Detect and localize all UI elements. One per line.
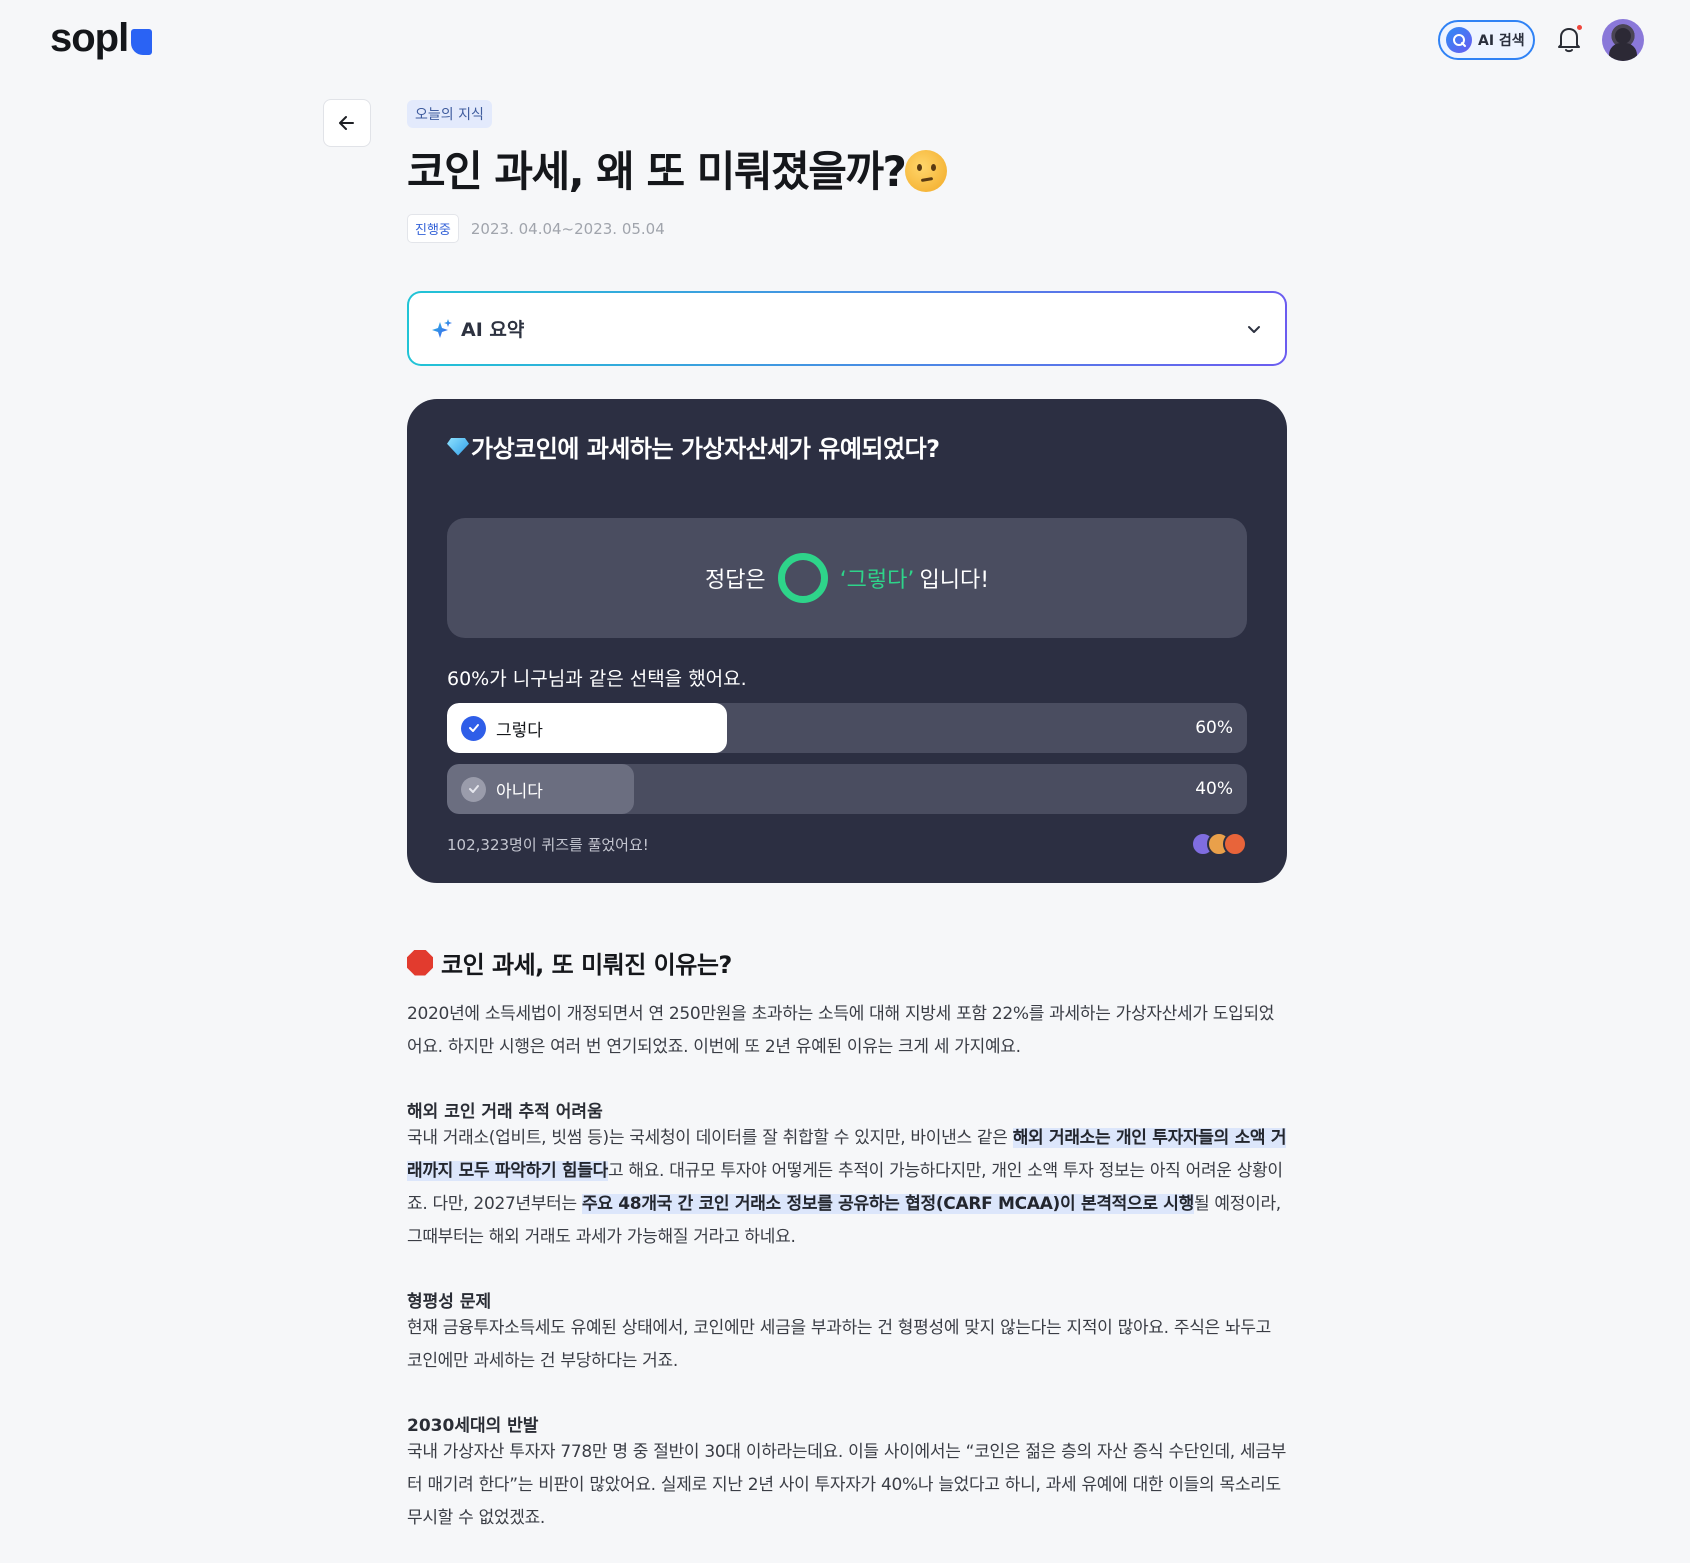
participant-avatars <box>1191 832 1247 856</box>
reason2-heading: 형평성 문제 <box>407 1292 492 1312</box>
sparkle-icon <box>432 318 452 338</box>
avatar <box>1223 832 1247 856</box>
reason2-paragraph: 현재 금융투자소득세도 유예된 상태에서, 코인에만 세금을 부과하는 건 형평… <box>407 1318 1272 1371</box>
page-title: 코인 과세, 왜 또 미뤄졌을까? <box>407 142 1287 202</box>
status-badge: 진행중 <box>407 214 459 243</box>
ai-summary-accordion[interactable]: AI 요약 <box>407 291 1287 366</box>
gem-icon <box>447 437 469 456</box>
ai-search-icon <box>1446 27 1472 53</box>
answer-prefix: 정답은 <box>704 568 766 593</box>
reason3-paragraph: 국내 가상자산 투자자 778만 명 중 절반이 30대 이하라는데요. 이들 … <box>407 1442 1287 1528</box>
intro-paragraph: 2020년에 소득세법이 개정되면서 연 250만원을 초과하는 소득에 대해 … <box>407 1004 1275 1057</box>
correct-circle-icon <box>777 553 828 603</box>
quiz-option-no[interactable]: 아니다 40% <box>447 764 1247 814</box>
quiz-card: 가상코인에 과세하는 가상자산세가 유예되었다? 정답은 ‘그렇다’ 입니다! … <box>407 399 1287 883</box>
logo-text: sopl <box>50 15 129 60</box>
avatar[interactable] <box>1602 19 1644 61</box>
ai-search-button[interactable]: AI 검색 <box>1438 20 1535 60</box>
ai-summary-label: AI 요약 <box>461 319 525 341</box>
section-title-text: 코인 과세, 또 미뤄진 이유는? <box>441 951 732 979</box>
highlight-text: 주요 48개국 간 코인 거래소 정보를 공유하는 협정(CARF MCAA)이… <box>581 1194 1194 1214</box>
notification-dot <box>1577 25 1582 30</box>
option-label-yes: 그렇다 <box>496 720 543 741</box>
check-icon <box>461 776 486 802</box>
reason1-text: 국내 거래소(업비트, 빗썸 등)는 국세청이 데이터를 잘 취합할 수 있지만… <box>407 1128 1013 1148</box>
category-tag: 오늘의 지식 <box>407 100 492 128</box>
answer-box: 정답은 ‘그렇다’ 입니다! <box>447 518 1247 638</box>
quiz-option-yes[interactable]: 그렇다 60% <box>447 703 1247 753</box>
check-icon <box>461 715 486 741</box>
participants-count: 102,323명이 퀴즈를 풀었어요! <box>447 835 649 854</box>
option-percent-yes: 60% <box>1195 718 1233 738</box>
reason3-heading: 2030세대의 반발 <box>407 1416 539 1436</box>
answer-value: ‘그렇다’ <box>839 568 915 593</box>
ai-search-label: AI 검색 <box>1478 33 1525 49</box>
quiz-footer: 102,323명이 퀴즈를 풀었어요! <box>447 832 1247 856</box>
quiz-question-text: 가상코인에 과세하는 가상자산세가 유예되었다? <box>471 435 940 463</box>
logo-mark-icon <box>131 29 153 55</box>
answer-suffix: 입니다! <box>919 568 990 593</box>
option-label-no: 아니다 <box>496 781 543 802</box>
thinking-face-icon <box>905 150 948 192</box>
reason1-heading: 해외 코인 거래 추적 어려움 <box>407 1102 603 1122</box>
article-meta: 진행중 2023. 04.04~2023. 05.04 <box>407 214 1287 243</box>
quiz-question: 가상코인에 과세하는 가상자산세가 유예되었다? <box>447 429 1247 464</box>
section-title: 코인 과세, 또 미뤄진 이유는? <box>407 945 1287 980</box>
article-content: 오늘의 지식 코인 과세, 왜 또 미뤄졌을까? 진행중 2023. 04.04… <box>407 100 1287 1535</box>
back-button[interactable] <box>323 99 371 147</box>
logo[interactable]: sopl <box>50 15 153 60</box>
page-title-text: 코인 과세, 왜 또 미뤄졌을까? <box>407 147 907 196</box>
arrow-left-icon <box>339 116 354 130</box>
chevron-down-icon <box>1248 325 1260 333</box>
stop-sign-icon <box>407 949 433 976</box>
same-choice-text: 60%가 니구님과 같은 선택을 했어요. <box>447 668 747 690</box>
reason1-paragraph: 국내 거래소(업비트, 빗썸 등)는 국세청이 데이터를 잘 취합할 수 있지만… <box>407 1122 1287 1254</box>
option-percent-no: 40% <box>1195 779 1233 799</box>
period-text: 2023. 04.04~2023. 05.04 <box>470 219 665 238</box>
